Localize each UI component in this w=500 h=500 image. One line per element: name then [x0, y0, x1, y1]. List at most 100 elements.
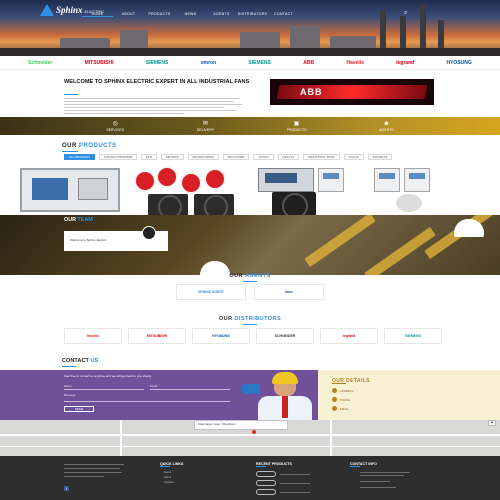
feature-products[interactable]: ▣ PRODUCTS [287, 121, 307, 132]
divider [62, 366, 76, 367]
footer-text [64, 468, 120, 469]
filter-tab[interactable]: ELR [141, 154, 157, 160]
nav-distributors[interactable]: DISTRIBUTORS [237, 12, 268, 17]
abb-banner-word: ABB [300, 87, 323, 97]
distributor-logo[interactable]: MITSUBISHI [128, 328, 186, 344]
email-label: Email [150, 384, 157, 388]
map-zoom-button[interactable]: + [488, 420, 496, 426]
worker-helmet [272, 372, 298, 384]
feature-label: SERVICES [106, 127, 125, 132]
map[interactable]: View larger map · Directions + [0, 420, 500, 456]
search-icon[interactable]: ⌕ [404, 10, 407, 17]
product-relay[interactable] [318, 168, 344, 192]
nav-agents[interactable]: AGENTS [206, 12, 237, 17]
distributor-logo[interactable]: Havells [64, 328, 122, 344]
feature-agents[interactable]: ☻ AGENTS [379, 121, 393, 132]
footer-link[interactable]: About [164, 475, 171, 479]
chimney [380, 10, 386, 50]
brand-logo[interactable]: legrand [396, 60, 414, 66]
distributor-logo[interactable]: SCHNEIDER [256, 328, 314, 344]
footer: f QUICK LINKS Home About Contact RECENT … [0, 456, 500, 500]
filter-tab[interactable]: CONTACTORS/MCB [98, 154, 138, 160]
feature-services[interactable]: ◎ SERVICES [106, 121, 124, 132]
facebook-icon[interactable]: f [64, 486, 69, 491]
nav-news[interactable]: NEWS [175, 12, 206, 17]
logo-mark-icon [40, 4, 54, 16]
features-bar: ◎ SERVICES ✉ DELIVERY ▣ PRODUCTS ☻ AGENT… [0, 117, 500, 135]
filter-tab[interactable]: SOCKETS [367, 154, 393, 160]
brand-logo[interactable]: Schneider [28, 60, 52, 66]
distributor-logo[interactable]: legrand [320, 328, 378, 344]
name-field[interactable] [64, 389, 144, 390]
filter-tab[interactable]: RELAYS [277, 154, 300, 160]
abb-banner-image: ABB [270, 79, 434, 105]
feature-delivery[interactable]: ✉ DELIVERY [197, 121, 214, 132]
nav-products[interactable]: PRODUCTS [144, 12, 175, 17]
product-fan[interactable] [148, 194, 188, 219]
team-heading: OUR TEAM [64, 217, 93, 223]
distributor-logo[interactable]: HYOSUNG [192, 328, 250, 344]
product-energy-meter[interactable] [20, 168, 120, 212]
footer-text [360, 487, 396, 488]
send-button[interactable]: SEND [64, 406, 94, 412]
product-fan[interactable] [272, 192, 316, 219]
filter-tab[interactable]: INDUSTRIAL FANS [303, 154, 340, 160]
filter-tab[interactable]: METERS [160, 154, 184, 160]
worker-tie [282, 396, 288, 418]
map-tooltip[interactable]: View larger map · Directions [194, 420, 288, 430]
recent-product-thumb[interactable] [256, 489, 276, 495]
map-pin-icon[interactable] [252, 430, 256, 434]
filter-tab[interactable]: MOTOR DRIVE [187, 154, 219, 160]
decor-stripe [304, 215, 376, 268]
nav-home[interactable]: HOME [82, 12, 113, 17]
phone-icon [332, 397, 337, 402]
product-fan[interactable] [194, 194, 234, 219]
footer-text [280, 474, 310, 475]
worker-photo [240, 370, 320, 420]
recent-product-thumb[interactable] [256, 471, 276, 477]
team-card-text: Welcome to Sphinx Electric [70, 238, 107, 242]
nav-contact[interactable]: CONTACT [268, 12, 299, 17]
footer-link[interactable]: Home [164, 470, 171, 474]
brand-logo[interactable]: omron [201, 60, 217, 66]
filter-tab[interactable]: FAN FILTER [222, 154, 250, 160]
page: Sphinx ELECTRIC HOME ABOUT PRODUCTS NEWS… [0, 0, 500, 500]
product-pedestal-fan[interactable] [396, 194, 422, 212]
chimney [400, 16, 406, 50]
brand-logo[interactable]: MITSUBISHI [85, 60, 114, 66]
plug [204, 168, 226, 190]
plug [180, 172, 202, 194]
product-industrial-plugs[interactable] [132, 166, 236, 196]
product-panel-meter[interactable] [258, 168, 314, 192]
divider [256, 466, 266, 467]
agent-logo[interactable]: SPHINX AGENT [176, 284, 246, 300]
avatar [142, 226, 156, 240]
team-card[interactable]: Welcome to Sphinx Electric [64, 226, 168, 251]
recent-product-thumb[interactable] [256, 480, 276, 486]
filter-tab[interactable]: PLUGS [343, 154, 364, 160]
products-icon: ▣ [293, 120, 300, 127]
welcome-paragraph [64, 98, 244, 116]
map-road [0, 434, 500, 436]
brand-logo[interactable]: ABB [303, 60, 314, 66]
brand-logo[interactable]: HYOSUNG [446, 60, 471, 66]
message-field[interactable] [64, 401, 230, 402]
footer-text [360, 481, 390, 482]
nav-about[interactable]: ABOUT [113, 12, 144, 17]
map-road [0, 446, 500, 447]
contact-intro: Feel free to contact us anytime and we w… [64, 374, 152, 378]
filter-tab[interactable]: TOOLS [253, 154, 274, 160]
email-field[interactable] [150, 389, 230, 390]
distributor-logo[interactable]: SIEMENS [384, 328, 442, 344]
brand-logo[interactable]: SIEMENS [146, 60, 169, 66]
product-relay[interactable] [404, 168, 430, 192]
product-relay[interactable] [374, 168, 400, 192]
filter-tab[interactable]: ALL PRODUCT [64, 154, 95, 160]
divider [350, 466, 360, 467]
brand-logo[interactable]: Havells [346, 60, 364, 66]
map-road [120, 420, 122, 456]
brand-logo[interactable]: SIEMENS [248, 60, 271, 66]
meter-screen [32, 178, 68, 200]
footer-link[interactable]: Contact [164, 480, 174, 484]
agent-logo[interactable]: Ikon [254, 284, 324, 300]
